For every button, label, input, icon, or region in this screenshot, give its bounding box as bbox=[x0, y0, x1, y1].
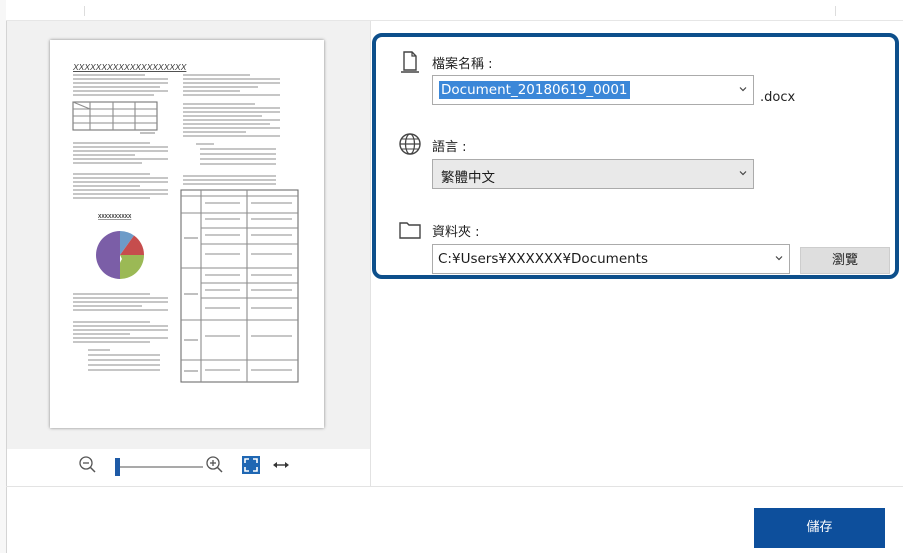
file-name-input[interactable]: Document_20180619_0001 bbox=[432, 75, 754, 105]
zoom-out-icon[interactable] bbox=[78, 455, 98, 475]
top-strip bbox=[6, 0, 903, 21]
fit-page-icon[interactable] bbox=[241, 455, 261, 475]
preview-heading: XXXXXXXXXXXXXXXXXXXX bbox=[72, 62, 187, 72]
chevron-down-icon bbox=[775, 256, 783, 261]
chevron-down-icon bbox=[739, 87, 747, 92]
footer-divider bbox=[6, 486, 903, 487]
preview-divider bbox=[370, 21, 371, 486]
zoom-slider-thumb[interactable] bbox=[115, 458, 120, 476]
browse-button[interactable]: 瀏覽 bbox=[800, 247, 890, 274]
language-label: 語言 : bbox=[432, 140, 467, 155]
file-name-label: 檔案名稱 : bbox=[432, 57, 493, 72]
preview-chart-title: XXXXXXXXXX bbox=[98, 214, 132, 220]
globe-icon bbox=[398, 132, 422, 156]
document-icon bbox=[398, 50, 422, 74]
zoom-in-icon[interactable] bbox=[205, 455, 225, 475]
language-select[interactable]: 繁體中文 bbox=[432, 159, 754, 189]
folder-path-value: C:¥Users¥XXXXXX¥Documents bbox=[438, 251, 649, 267]
file-extension-label: .docx bbox=[760, 90, 796, 105]
save-button[interactable]: 儲存 bbox=[754, 508, 885, 548]
language-value: 繁體中文 bbox=[441, 170, 495, 186]
chevron-down-icon bbox=[739, 171, 747, 176]
document-preview-page: XXXXXXXXXXXXXXXXXXXX XXXXXXXXXX bbox=[50, 40, 324, 428]
top-strip-tick bbox=[835, 6, 836, 16]
left-rail bbox=[0, 0, 7, 553]
file-name-value: Document_20180619_0001 bbox=[439, 81, 630, 99]
fit-width-icon[interactable] bbox=[271, 455, 291, 475]
folder-label: 資料夾 : bbox=[432, 225, 480, 240]
preview-pie-chart bbox=[96, 231, 144, 279]
folder-icon bbox=[398, 218, 422, 242]
top-strip-tick bbox=[84, 6, 85, 16]
save-settings-panel: 檔案名稱 : Document_20180619_0001 .docx 語言 :… bbox=[372, 33, 899, 279]
folder-path-input[interactable]: C:¥Users¥XXXXXX¥Documents bbox=[432, 244, 790, 274]
zoom-slider-track[interactable] bbox=[115, 466, 203, 468]
zoom-bar bbox=[7, 449, 370, 486]
